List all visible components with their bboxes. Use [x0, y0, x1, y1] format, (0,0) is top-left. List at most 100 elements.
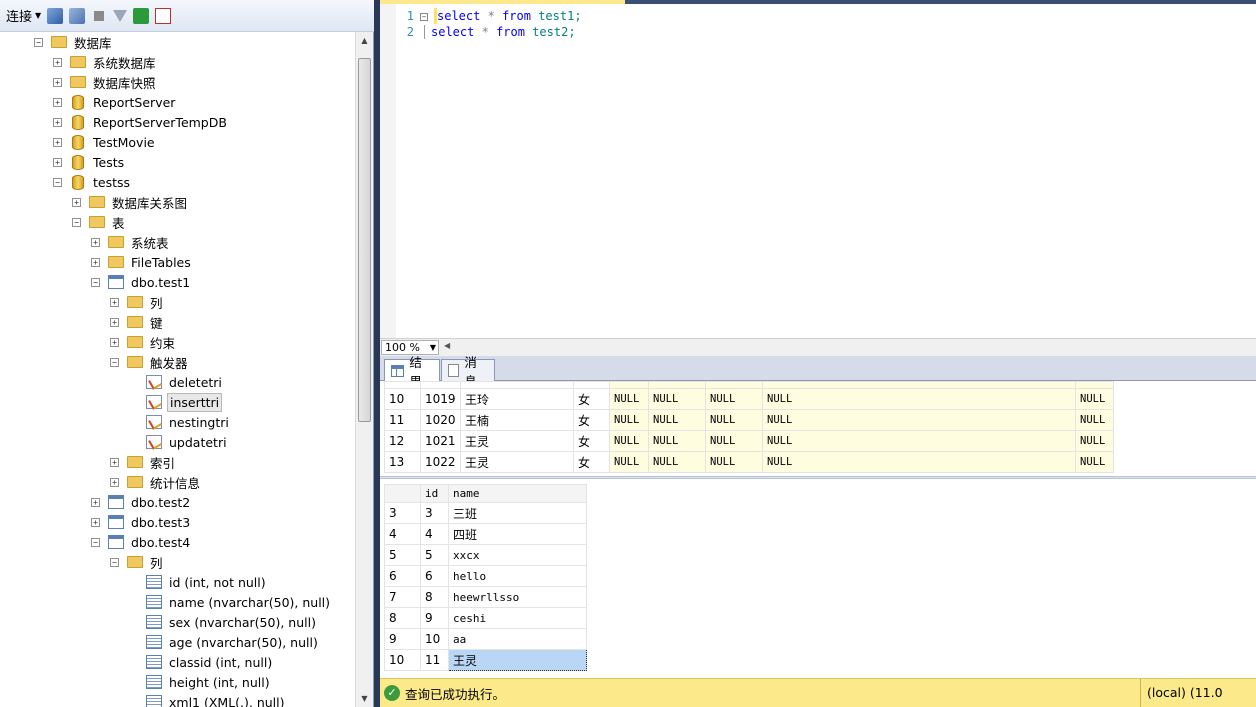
grid-cell[interactable]: NULL — [705, 430, 763, 452]
expand-icon[interactable]: + — [91, 257, 100, 267]
grid-cell[interactable]: NULL — [762, 451, 1076, 473]
grid-cell[interactable]: 4 — [420, 523, 449, 545]
expand-icon[interactable]: + — [110, 297, 119, 307]
tab-results[interactable]: 结果 — [384, 355, 440, 389]
grid-cell[interactable] — [384, 381, 421, 389]
grid-cell[interactable]: 1021 — [420, 430, 461, 452]
expand-icon[interactable]: + — [72, 197, 81, 207]
tree-node[interactable]: − 数据库 — [34, 32, 114, 52]
scroll-up-icon[interactable]: ▲ — [356, 32, 373, 49]
grid-cell[interactable]: NULL — [648, 430, 706, 452]
grid-cell[interactable]: 四班 — [448, 523, 587, 545]
row-number-cell[interactable]: 13 — [384, 451, 421, 473]
expand-icon[interactable]: + — [110, 337, 119, 347]
scroll-down-icon[interactable]: ▼ — [356, 690, 373, 707]
row-number-cell[interactable]: 11 — [384, 409, 421, 431]
grid-cell[interactable]: xxcx — [448, 544, 587, 566]
grid-cell[interactable]: 10 — [420, 628, 449, 650]
grid-cell[interactable]: heewrllsso — [448, 586, 587, 608]
tree-node[interactable]: + 系统数据库 — [53, 52, 158, 72]
tree-node[interactable]: + ReportServerTempDB — [53, 112, 229, 132]
expand-icon[interactable]: + — [110, 317, 119, 327]
column-header-name[interactable]: name — [448, 484, 587, 503]
grid-cell[interactable] — [705, 381, 763, 389]
grid-cell[interactable]: 1022 — [420, 451, 461, 473]
tree-node[interactable]: + dbo.test2 — [91, 492, 192, 512]
tree-node[interactable]: id (int, not null) — [129, 572, 268, 592]
column-header-id[interactable]: id — [420, 484, 449, 503]
tree-node[interactable]: + 系统表 — [91, 232, 171, 252]
grid-cell[interactable]: 5 — [420, 544, 449, 566]
table-row[interactable]: 11 1020 王楠女 NULL NULL NULL NULL NULL — [384, 409, 1114, 431]
tree-node[interactable]: + 统计信息 — [110, 472, 202, 492]
table-row[interactable]: 10 11 王灵 — [384, 649, 587, 671]
tree-node[interactable]: + 数据库快照 — [53, 72, 158, 92]
expand-icon[interactable]: + — [53, 57, 62, 67]
grid-cell[interactable]: NULL — [1075, 388, 1114, 410]
expand-icon[interactable]: + — [91, 517, 100, 527]
tree-node[interactable]: xml1 (XML(.), null) — [129, 692, 287, 707]
grid-cell[interactable]: 3 — [420, 502, 449, 524]
collapse-icon[interactable]: − — [110, 357, 119, 367]
grid-cell[interactable]: NULL — [1075, 409, 1114, 431]
refresh-icon[interactable] — [133, 7, 150, 24]
results-grid-1[interactable]: 10 1019 王玲女 NULL NULL NULL NULL NULL 11 1020 王楠女 NU… — [384, 381, 1114, 473]
grid-cell[interactable]: 王玲 — [460, 388, 574, 410]
disconnect-icon[interactable] — [69, 7, 86, 24]
table-row[interactable]: 13 1022 王灵女 NULL NULL NULL NULL NULL — [384, 451, 1114, 473]
tree-node[interactable]: − 表 — [72, 212, 127, 232]
tree-node[interactable]: deletetri — [129, 372, 224, 392]
expand-icon[interactable]: + — [110, 477, 119, 487]
grid-cell[interactable]: 王灵 — [460, 451, 574, 473]
row-number-cell[interactable]: 10 — [384, 388, 421, 410]
grid-cell[interactable] — [1075, 381, 1114, 389]
table-row[interactable]: 8 9 ceshi — [384, 607, 587, 629]
tree-node[interactable]: age (nvarchar(50), null) — [129, 632, 320, 652]
connect-engine-icon[interactable] — [47, 7, 64, 24]
row-number-cell[interactable]: 4 — [384, 523, 421, 545]
grid-cell[interactable] — [573, 381, 610, 389]
table-row[interactable]: 10 1019 王玲女 NULL NULL NULL NULL NULL — [384, 388, 1114, 410]
tree-node[interactable]: classid (int, null) — [129, 652, 274, 672]
filter-icon[interactable] — [113, 9, 128, 22]
table-row[interactable]: 4 4 四班 — [384, 523, 587, 545]
grid-cell[interactable]: NULL — [609, 451, 649, 473]
tree-node[interactable]: sex (nvarchar(50), null) — [129, 612, 318, 632]
table-row[interactable]: 5 5 xxcx — [384, 544, 587, 566]
grid-cell[interactable]: 6 — [420, 565, 449, 587]
table-row[interactable]: 3 3 三班 — [384, 502, 587, 524]
tree-node[interactable]: − dbo.test4 — [91, 532, 192, 552]
grid-cell[interactable]: ceshi — [448, 607, 587, 629]
row-number-cell[interactable]: 5 — [384, 544, 421, 566]
grid-cell[interactable]: NULL — [705, 388, 763, 410]
tree-node[interactable]: − testss — [53, 172, 132, 192]
grid-cell[interactable]: aa — [448, 628, 587, 650]
grid-cell[interactable] — [460, 381, 574, 389]
table-row[interactable]: 7 8 heewrllsso — [384, 586, 587, 608]
expand-icon[interactable]: + — [53, 137, 62, 147]
expand-icon[interactable]: + — [110, 457, 119, 467]
grid-cell[interactable]: 三班 — [448, 502, 587, 524]
grid-cell[interactable]: NULL — [609, 430, 649, 452]
tree-node[interactable]: inserttri — [129, 392, 223, 412]
grid-cell[interactable]: NULL — [609, 388, 649, 410]
row-number-cell[interactable]: 6 — [384, 565, 421, 587]
collapse-icon[interactable]: − — [34, 37, 43, 47]
grid-cell[interactable]: NULL — [762, 409, 1076, 431]
collapse-icon[interactable]: − — [91, 537, 100, 547]
table-row[interactable] — [384, 381, 1114, 389]
grid-cell[interactable]: NULL — [762, 430, 1076, 452]
grid-cell[interactable] — [648, 381, 706, 389]
expand-icon[interactable]: + — [53, 97, 62, 107]
tree-node[interactable]: + 列 — [110, 292, 165, 312]
grid-cell[interactable]: 女 — [573, 409, 610, 431]
grid-cell[interactable]: NULL — [648, 409, 706, 431]
grid-cell[interactable]: 9 — [420, 607, 449, 629]
grid-cell[interactable]: 1020 — [420, 409, 461, 431]
grid-cell[interactable]: 王楠 — [460, 409, 574, 431]
query-editor[interactable]: 1− select * from test1; 2 select * from te… — [380, 4, 1256, 338]
row-number-header[interactable] — [384, 484, 421, 503]
grid-cell[interactable]: NULL — [1075, 451, 1114, 473]
stop-icon[interactable] — [94, 10, 105, 21]
expand-icon[interactable]: + — [91, 497, 100, 507]
